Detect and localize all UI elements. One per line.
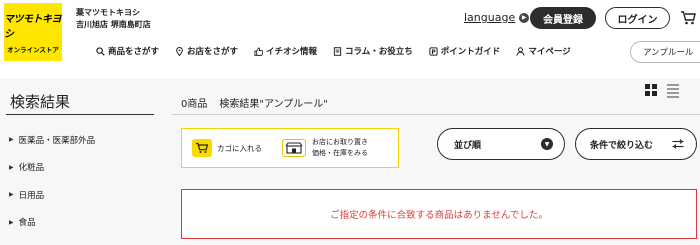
filter-sliders-icon [672, 139, 684, 149]
sort-label: 並び順 [454, 140, 482, 151]
login-button[interactable]: ログイン [605, 7, 670, 29]
cart-icon [192, 139, 212, 157]
svg-text:P: P [431, 49, 436, 55]
caret-right-icon: ▶ [9, 191, 14, 199]
sidebar-item-medicine[interactable]: ▶ 医薬品・医薬部外品 [9, 126, 95, 154]
view-toggle [645, 84, 679, 98]
sidebar-item-food[interactable]: ▶ 食品 [9, 209, 95, 237]
sort-dropdown[interactable]: 並び順 ▼ [437, 128, 565, 160]
store-name-line2: 吉川旭店 堺南島町店 [76, 20, 151, 29]
caret-right-icon: ▶ [9, 136, 14, 144]
nav-label: イチオシ情報 [266, 47, 318, 57]
nav-label: お店をさがす [187, 47, 239, 57]
legend-cart-label: カゴに入れる [217, 143, 262, 153]
nav-item-featured[interactable]: イチオシ情報 [254, 45, 317, 57]
user-icon [516, 46, 525, 56]
result-count: 0商品 [181, 99, 208, 110]
sidebar-item-daily-goods[interactable]: ▶ 日用品 [9, 181, 95, 209]
cart-icon[interactable] [680, 10, 696, 26]
nav-label: コラム・お役立ち [345, 47, 413, 57]
icon-legend: カゴに入れる お店にお取り置き 価格・在庫をみる [181, 128, 399, 168]
main-nav: 商品をさがす お店をさがす イチオシ情報 コラム・お役立ち P ポイントガイド … [96, 45, 571, 57]
search-icon [96, 46, 105, 56]
legend-store-line2: 価格・在庫をみる [312, 149, 368, 157]
sidebar-title: 検索結果 [10, 93, 71, 111]
result-heading: 0商品 検索結果"アンプルール" [181, 95, 328, 110]
logo-subtext: オンラインストア [7, 46, 59, 54]
sidebar-item-label: 化粧品 [18, 163, 45, 174]
document-icon [333, 46, 342, 56]
results-divider [172, 114, 700, 115]
sidebar-item-label: 医薬品・医薬部外品 [18, 135, 96, 146]
store-icon [282, 139, 306, 157]
sidebar-item-cosmetics[interactable]: ▶ 化粧品 [9, 154, 95, 182]
register-button[interactable]: 会員登録 [530, 7, 596, 29]
language-selector[interactable]: language ▶ [464, 11, 530, 24]
category-list: ▶ 医薬品・医薬部外品 ▶ 化粧品 ▶ 日用品 ▶ 食品 [9, 126, 95, 236]
sidebar-item-label: 日用品 [18, 190, 45, 201]
nav-item-columns[interactable]: コラム・お役立ち [333, 45, 413, 57]
no-results-message: ご指定の条件に合致する商品はありませんでした。 [181, 189, 697, 239]
map-pin-icon [176, 46, 183, 56]
selected-store[interactable]: 薬マツモトキヨシ 吉川旭店 堺南島町店 [76, 7, 151, 31]
sidebar-divider [6, 114, 154, 115]
grid-view-icon[interactable] [645, 84, 657, 96]
list-view-icon[interactable] [667, 84, 679, 98]
nav-item-products[interactable]: 商品をさがす [96, 45, 159, 57]
site-header: マツモトキヨシ オンラインストア 薬マツモトキヨシ 吉川旭店 堺南島町店 lan… [0, 0, 700, 78]
caret-right-icon: ▶ [9, 163, 14, 171]
legend-store-label: お店にお取り置き 価格・在庫をみる [312, 137, 368, 159]
language-label: language [464, 11, 516, 24]
chevron-right-icon: ▶ [519, 12, 530, 23]
nav-label: 商品をさがす [108, 47, 160, 57]
site-logo[interactable]: マツモトキヨシ オンラインストア [4, 3, 62, 61]
search-input[interactable] [630, 41, 700, 63]
nav-label: ポイントガイド [440, 47, 501, 57]
nav-item-points[interactable]: P ポイントガイド [429, 45, 501, 57]
logo-text: マツモトキヨシ [4, 14, 62, 40]
filter-button[interactable]: 条件で絞り込む [575, 128, 697, 160]
filter-label: 条件で絞り込む [590, 140, 654, 151]
result-query: 検索結果"アンプルール" [219, 99, 328, 110]
point-icon: P [429, 46, 438, 55]
caret-right-icon: ▶ [9, 218, 14, 226]
chevron-down-icon: ▼ [541, 138, 553, 150]
sidebar-item-label: 食品 [18, 218, 36, 229]
nav-label: マイページ [528, 47, 571, 57]
nav-item-stores[interactable]: お店をさがす [175, 45, 238, 57]
thumbs-up-icon [254, 46, 264, 56]
legend-store-line1: お店にお取り置き [312, 138, 368, 146]
store-name-line1: 薬マツモトキヨシ [76, 8, 140, 17]
nav-item-mypage[interactable]: マイページ [516, 45, 571, 57]
